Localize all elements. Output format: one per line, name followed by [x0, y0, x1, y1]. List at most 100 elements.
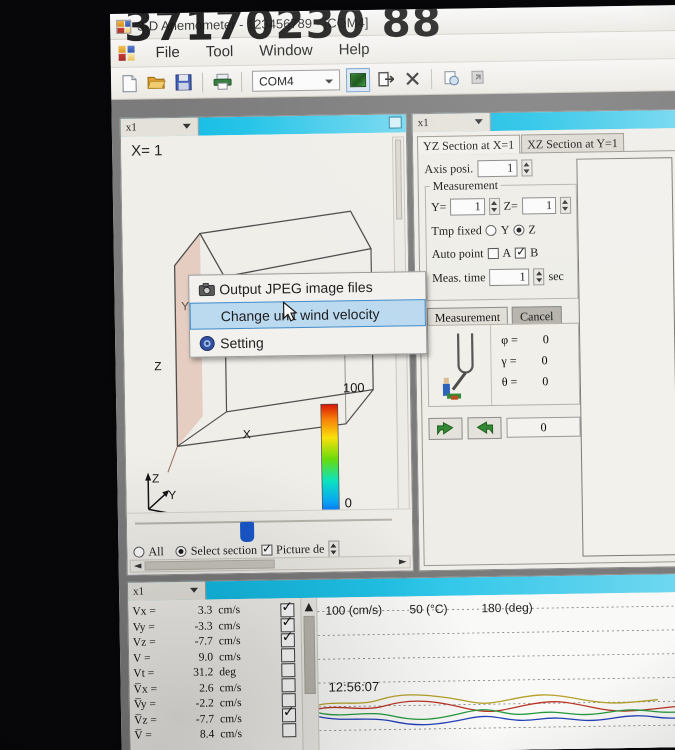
measurement-group: Measurement Y= 1 Z= 1	[425, 184, 579, 301]
chart-timestamp: 12:56:07	[328, 679, 379, 695]
rotate-right-icon[interactable]	[467, 417, 501, 440]
probe-nav-row: 0	[428, 413, 580, 443]
chart-series	[319, 691, 675, 727]
time-series-chart[interactable]: 100 (cm/s) 50 (°C) 180 (deg) 12:56:07 -1…	[317, 592, 675, 750]
checkbox-auto-point-b[interactable]	[515, 247, 526, 258]
menu-file[interactable]: File	[144, 42, 190, 64]
context-menu-item-output-jpeg[interactable]: Output JPEG image files	[189, 272, 425, 303]
row-unit: cm/s	[212, 604, 246, 617]
scroll-right-icon[interactable]: ►	[396, 556, 410, 567]
z-stepper[interactable]	[560, 197, 571, 214]
row-value: -7.7	[168, 713, 214, 726]
tab-yz-section[interactable]: YZ Section at X=1	[417, 135, 520, 156]
checkbox-picture[interactable]	[261, 545, 272, 556]
row-label: V̅z =	[134, 714, 168, 727]
row-value: 3.3	[166, 604, 212, 617]
menu-help[interactable]: Help	[327, 39, 380, 61]
meas-time-stepper[interactable]	[533, 268, 544, 285]
measurement-settings-window: x1 YZ Section at X=1 XZ Section at Y=1 A…	[412, 109, 675, 571]
triad-y-label: Y	[168, 488, 176, 502]
data-monitor-combo[interactable]: x1	[128, 582, 206, 601]
row-value: -7.7	[167, 635, 213, 648]
colorbar-min-label: 0	[345, 495, 352, 510]
theta-value: 0	[542, 374, 548, 388]
theta-row: θ = 0	[502, 374, 579, 390]
section-view-combo[interactable]: x1	[121, 118, 199, 137]
row-label: Vy =	[133, 621, 167, 634]
checkbox-series-vt[interactable]	[281, 663, 295, 677]
checkbox-series-vzbar[interactable]	[282, 708, 296, 722]
stop-icon[interactable]	[400, 67, 424, 91]
tmp-fixed-label: Tmp fixed	[431, 223, 482, 239]
psi-label: γ =	[501, 354, 516, 368]
row-label: V =	[133, 652, 167, 665]
row-unit: cm/s	[214, 728, 248, 741]
radio-tmp-fixed-z-label: Z	[528, 222, 536, 237]
section-slider-handle[interactable]	[240, 522, 254, 542]
phi-label: φ =	[501, 333, 518, 347]
connect-icon[interactable]	[346, 67, 370, 91]
new-file-icon[interactable]	[117, 71, 141, 95]
picture-stepper[interactable]	[328, 540, 339, 557]
toolbar-separator-2	[241, 71, 242, 91]
psi-value: 0	[541, 353, 547, 367]
tab-page-yz: Axis posi. 1 Measurement Y= 1	[417, 150, 675, 566]
radio-tmp-fixed-z[interactable]	[513, 225, 524, 236]
toolbar-separator	[202, 72, 203, 92]
context-menu-item-setting[interactable]: Setting	[190, 326, 426, 357]
hscroll-thumb[interactable]	[145, 559, 275, 570]
radio-tmp-fixed-y[interactable]	[486, 225, 497, 236]
row-value: 2.6	[168, 682, 214, 695]
scroll-up-icon[interactable]: ▲	[304, 600, 313, 613]
z-input[interactable]: 1	[522, 197, 556, 215]
axis-position-input[interactable]: 1	[477, 160, 517, 178]
checkbox-series-v[interactable]	[281, 648, 295, 662]
y-input[interactable]: 1	[450, 198, 484, 216]
row-value: 8.4	[168, 728, 214, 741]
radio-all[interactable]	[133, 547, 144, 558]
context-menu-item-change-unit[interactable]: Change unit wind velocity	[190, 299, 426, 330]
radio-select-section[interactable]	[176, 546, 187, 557]
chart-label-temp-max: 50 (°C)	[409, 602, 447, 617]
row-label: V̅ =	[134, 729, 168, 742]
row-label: V̅y =	[134, 698, 168, 711]
menu-tool[interactable]: Tool	[195, 41, 245, 63]
checkbox-series-vbar[interactable]	[282, 723, 296, 737]
open-file-icon[interactable]	[144, 71, 168, 95]
section-preview-area[interactable]	[576, 157, 675, 556]
print-icon[interactable]	[210, 70, 234, 94]
connect-indicator	[350, 72, 366, 86]
save-icon[interactable]	[171, 70, 195, 94]
section-view-restore-button[interactable]	[389, 116, 402, 128]
context-menu: Output JPEG image files Change unit wind…	[188, 271, 427, 358]
probe-illustration	[428, 325, 491, 406]
checkbox-series-vxbar[interactable]	[281, 678, 295, 692]
psi-row: γ = 0	[501, 353, 578, 369]
checkbox-auto-point-a[interactable]	[487, 248, 498, 259]
section-slider-track[interactable]	[135, 519, 392, 525]
disconnect-icon[interactable]	[373, 67, 397, 91]
measurement-yz-row: Y= 1 Z= 1	[431, 197, 571, 216]
settings-combo[interactable]: x1	[413, 113, 491, 132]
scroll-left-icon[interactable]: ◄	[131, 561, 145, 572]
axis-position-stepper[interactable]	[521, 159, 532, 176]
copy-icon[interactable]	[439, 66, 463, 90]
checkbox-picture-label: Picture de	[276, 542, 325, 558]
row-unit: cm/s	[213, 619, 247, 632]
meas-time-input[interactable]: 1	[489, 268, 529, 286]
meas-time-unit: sec	[548, 269, 564, 284]
axis-position-label: Axis posi.	[424, 161, 473, 177]
context-menu-label: Output JPEG image files	[219, 278, 373, 296]
nav-value-field[interactable]: 0	[506, 417, 580, 438]
menu-window[interactable]: Window	[248, 40, 324, 62]
chart-label-velocity-max: 100 (cm/s)	[325, 603, 382, 618]
paste-icon[interactable]	[466, 66, 490, 90]
chevron-down-icon	[183, 124, 191, 129]
y-stepper[interactable]	[489, 198, 500, 215]
scrollbar-thumb[interactable]	[303, 616, 315, 694]
row-unit: cm/s	[213, 635, 247, 648]
checkbox-series-vz[interactable]	[281, 633, 295, 647]
rotate-left-icon[interactable]	[428, 418, 462, 441]
row-label: Vt =	[133, 667, 167, 680]
com-port-combo[interactable]: COM4	[252, 69, 340, 91]
